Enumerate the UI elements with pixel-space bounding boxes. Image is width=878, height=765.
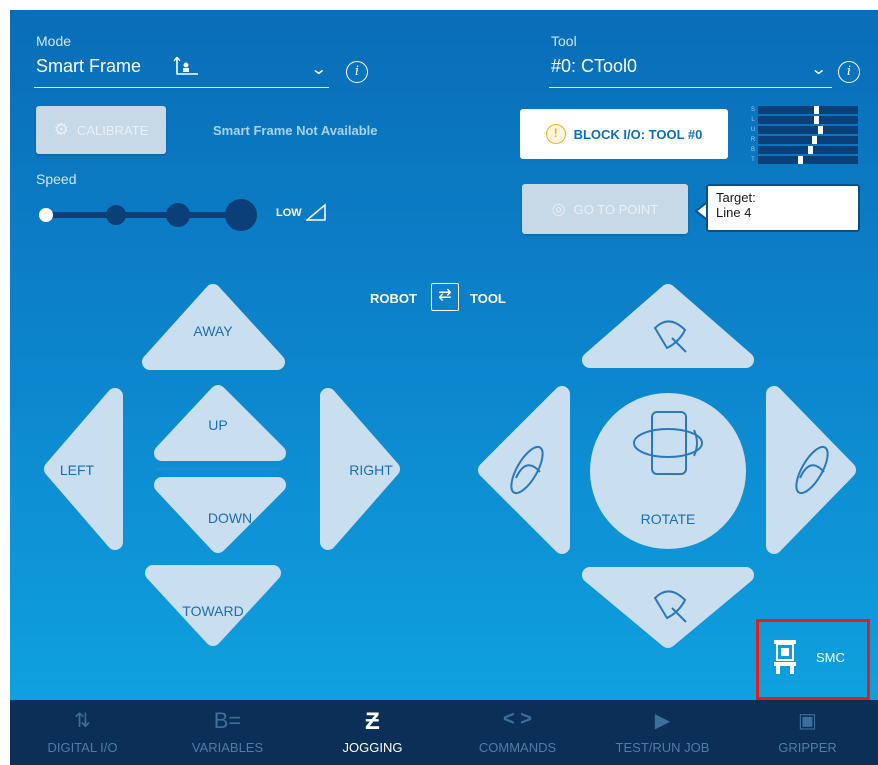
- smc-label: SMC: [816, 650, 845, 665]
- jogging-panel: Mode Smart Frame ⌄ i Tool #0: CTool0 ⌄ i…: [10, 10, 878, 765]
- variables-icon: B=: [213, 708, 242, 733]
- nav-test-run-job[interactable]: ▶ TEST/RUN JOB: [590, 700, 735, 765]
- gripper-icon: ▣: [798, 710, 817, 732]
- bottom-nav: ⇅ DIGITAL I/O B= VARIABLES Ƶ JOGGING < >…: [10, 700, 878, 765]
- digital-io-icon: ⇅: [74, 710, 91, 732]
- away-label: AWAY: [193, 323, 233, 339]
- nav-label: GRIPPER: [778, 740, 837, 755]
- rotate-down-button[interactable]: [582, 567, 754, 648]
- nav-variables[interactable]: B= VARIABLES: [155, 700, 300, 765]
- rotate-label: ROTATE: [640, 511, 696, 527]
- nav-label: TEST/RUN JOB: [615, 740, 710, 755]
- nav-label: JOGGING: [342, 740, 403, 755]
- up-label: UP: [208, 417, 228, 433]
- right-label: RIGHT: [349, 462, 393, 478]
- commands-icon: < >: [503, 708, 532, 730]
- nav-label: COMMANDS: [478, 740, 557, 755]
- down-label: DOWN: [207, 510, 253, 526]
- nav-label: DIGITAL I/O: [47, 740, 118, 755]
- play-icon: ▶: [654, 710, 671, 732]
- nav-commands[interactable]: < > COMMANDS: [445, 700, 590, 765]
- toward-label: TOWARD: [182, 603, 244, 619]
- rotate-up-button[interactable]: [582, 284, 754, 368]
- nav-jogging[interactable]: Ƶ JOGGING: [300, 700, 445, 765]
- nav-label: VARIABLES: [191, 740, 264, 755]
- rotate-right-button[interactable]: [766, 386, 856, 554]
- smc-button[interactable]: SMC: [770, 636, 860, 680]
- smc-gripper-icon: [774, 640, 796, 674]
- rotate-left-button[interactable]: [478, 386, 570, 554]
- jog-controls: [44, 284, 856, 648]
- jogging-icon: Ƶ: [365, 708, 380, 735]
- left-label: LEFT: [59, 462, 95, 478]
- nav-digital-io[interactable]: ⇅ DIGITAL I/O: [10, 700, 155, 765]
- nav-gripper[interactable]: ▣ GRIPPER: [735, 700, 878, 765]
